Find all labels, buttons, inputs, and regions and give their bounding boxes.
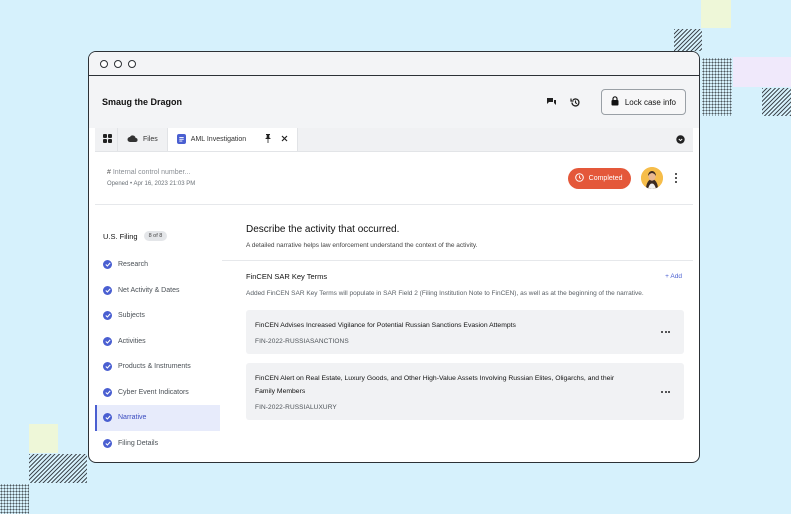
tab-apps-grid[interactable] — [101, 128, 118, 151]
page-subtitle: A detailed narrative helps law enforceme… — [246, 242, 478, 249]
case-body: U.S. Filing 8 of 8 Research Net Activity… — [95, 205, 693, 462]
key-term-title: FinCEN Advises Increased Vigilance for P… — [255, 321, 516, 329]
check-circle-icon — [103, 260, 112, 270]
tab-bar: Files AML Investigation — [95, 128, 693, 152]
decorative-pattern — [0, 484, 29, 514]
plus-icon: + — [665, 273, 669, 280]
decorative-pattern — [674, 29, 702, 51]
sidebar-item-net-activity[interactable]: Net Activity & Dates — [95, 278, 220, 304]
sidebar-item-label: Cyber Event Indicators — [118, 388, 189, 396]
sidebar-item-label: Research — [118, 261, 148, 269]
sidebar-item-label: Activities — [118, 337, 146, 345]
page-title: Describe the activity that occurred. — [246, 224, 400, 235]
sidebar-item-label: Products & Instruments — [118, 363, 191, 371]
tab-aml-investigation[interactable]: AML Investigation — [167, 128, 299, 151]
divider — [222, 260, 693, 261]
add-key-term-button[interactable]: + Add — [665, 273, 682, 280]
window-control-close[interactable] — [100, 59, 108, 68]
close-icon[interactable] — [281, 135, 288, 144]
key-term-code: FIN-2022-RUSSIALUXURY — [255, 404, 337, 411]
sidebar-item-subjects[interactable]: Subjects — [95, 303, 220, 329]
grid-icon — [103, 134, 112, 145]
lock-case-button[interactable]: Lock case info — [600, 89, 686, 115]
sidebar-item-label: Filing Details — [118, 439, 159, 447]
tab-files[interactable]: Files — [118, 128, 168, 151]
decorative-block — [701, 0, 731, 28]
filing-sidebar: U.S. Filing 8 of 8 Research Net Activity… — [95, 205, 222, 462]
window-control-maximize[interactable] — [128, 59, 136, 68]
status-badge[interactable]: Completed — [567, 167, 631, 189]
tab-label: AML Investigation — [190, 136, 247, 143]
tab-menu-icon[interactable] — [676, 131, 685, 149]
control-number-field[interactable]: # Internal control number... — [107, 169, 195, 176]
section-description: Added FinCEN SAR Key Terms will populate… — [246, 290, 644, 297]
history-icon[interactable] — [569, 95, 583, 109]
decorative-block — [29, 424, 58, 453]
case-header: # Internal control number... Opened • Ap… — [95, 152, 693, 205]
check-circle-icon — [103, 285, 112, 295]
narrative-panel: Describe the activity that occurred. A d… — [222, 205, 693, 462]
window-control-minimize[interactable] — [114, 59, 122, 68]
check-circle-icon — [103, 387, 112, 397]
more-options-icon[interactable] — [671, 172, 682, 184]
sidebar-title: U.S. Filing — [103, 231, 138, 241]
more-options-icon[interactable] — [661, 390, 670, 393]
sidebar-item-research[interactable]: Research — [95, 252, 220, 278]
lock-case-label: Lock case info — [624, 97, 676, 107]
hash-icon: # — [107, 169, 111, 176]
sidebar-item-filing-details[interactable]: Filing Details — [95, 431, 220, 457]
document-icon — [176, 133, 186, 146]
progress-badge: 8 of 8 — [143, 231, 168, 241]
cloud-icon — [127, 135, 138, 144]
check-circle-icon — [103, 362, 112, 372]
check-circle-icon — [103, 311, 112, 321]
sidebar-item-cyber-events[interactable]: Cyber Event Indicators — [95, 380, 220, 406]
section-title: FinCEN SAR Key Terms — [246, 272, 328, 281]
decorative-pattern — [702, 58, 732, 116]
lock-icon — [611, 96, 619, 108]
sidebar-item-products[interactable]: Products & Instruments — [95, 354, 220, 380]
key-term-card[interactable]: FinCEN Alert on Real Estate, Luxury Good… — [246, 363, 684, 420]
sidebar-item-activities[interactable]: Activities — [95, 329, 220, 355]
key-terms-header: FinCEN SAR Key Terms + Add — [246, 272, 684, 281]
check-circle-icon — [103, 413, 112, 423]
key-term-card[interactable]: FinCEN Advises Increased Vigilance for P… — [246, 309, 684, 354]
decorative-pattern — [29, 454, 87, 483]
sidebar-item-label: Net Activity & Dates — [118, 286, 180, 294]
sidebar-item-label: Narrative — [118, 414, 147, 422]
app-header: Smaug the Dragon Lock case info — [89, 76, 699, 128]
app-title: Smaug the Dragon — [102, 97, 183, 107]
control-number-placeholder: Internal control number... — [112, 169, 191, 176]
decorative-pattern — [762, 88, 791, 116]
decorative-block — [733, 57, 791, 87]
tab-label: Files — [143, 136, 158, 143]
sidebar-item-narrative[interactable]: Narrative — [95, 405, 220, 431]
key-term-code: FIN-2022-RUSSIASANCTIONS — [255, 338, 349, 345]
opened-prefix: Opened — [107, 181, 129, 187]
case-opened-date: Opened • Apr 16, 2023 21:03 PM — [107, 181, 195, 187]
pin-icon[interactable] — [265, 134, 272, 145]
check-circle-icon — [103, 336, 112, 346]
status-label: Completed — [588, 174, 623, 182]
clock-icon — [574, 172, 584, 184]
comments-icon[interactable] — [545, 95, 559, 109]
bullet-separator: • — [130, 181, 133, 187]
window-titlebar — [89, 52, 699, 76]
check-circle-icon — [103, 438, 112, 448]
app-window: Smaug the Dragon Lock case info Files AM… — [88, 51, 700, 463]
opened-date-value: Apr 16, 2023 21:03 PM — [133, 181, 196, 187]
more-options-icon[interactable] — [661, 330, 670, 333]
add-label: Add — [670, 273, 682, 280]
avatar[interactable] — [640, 167, 663, 189]
sidebar-item-label: Subjects — [118, 312, 145, 320]
key-term-title: FinCEN Alert on Real Estate, Luxury Good… — [255, 375, 615, 395]
sidebar-header: U.S. Filing 8 of 8 — [95, 231, 222, 241]
